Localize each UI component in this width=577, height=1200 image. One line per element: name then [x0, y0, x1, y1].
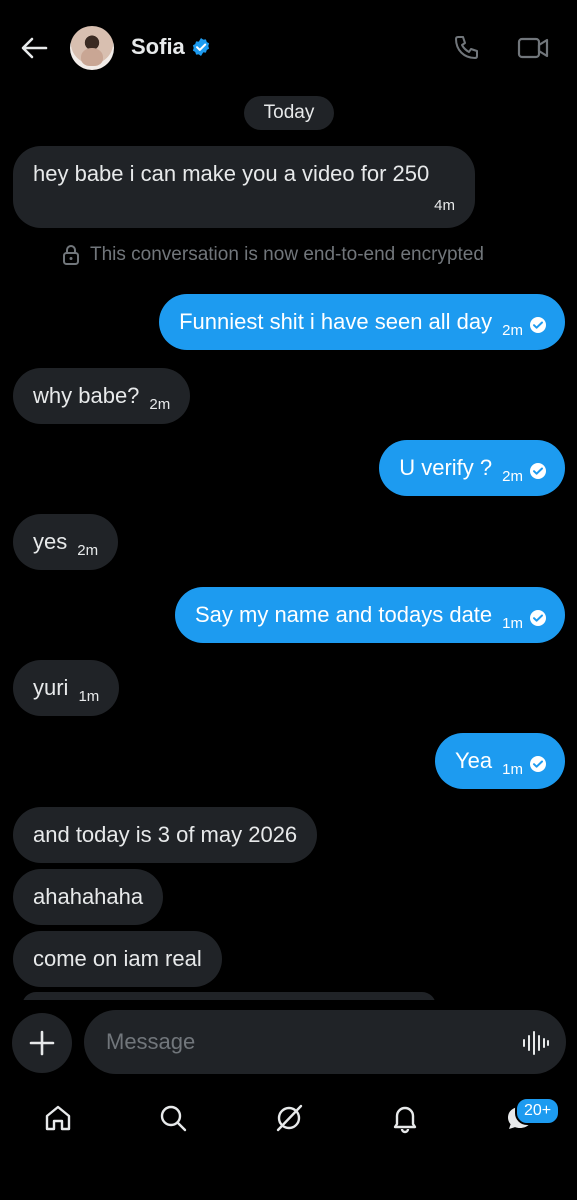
read-check-icon: [530, 317, 546, 334]
conversation-header: Sofia: [0, 0, 577, 96]
voice-message-icon[interactable]: [520, 1028, 550, 1058]
message-sent[interactable]: U verify ? 2m: [379, 440, 565, 496]
message-time: 2m: [502, 468, 523, 485]
message-sent[interactable]: Say my name and todays date 1m: [174, 587, 565, 643]
message-text: ahahahaha: [33, 884, 144, 909]
video-call-icon[interactable]: [517, 35, 549, 61]
message-time: 1m: [78, 688, 100, 705]
message-received[interactable]: ahahahaha: [13, 869, 164, 925]
contact-name-row[interactable]: Sofia: [131, 34, 211, 60]
encryption-notice-text: This conversation is now end-to-end encr…: [90, 244, 484, 265]
back-arrow-icon[interactable]: [18, 32, 50, 64]
encryption-notice: This conversation is now end-to-end encr…: [62, 244, 484, 266]
read-check-icon: [530, 610, 546, 627]
message-sent[interactable]: Yea 1m: [435, 733, 565, 789]
message-received[interactable]: yuri 1m: [13, 660, 120, 716]
phone-icon[interactable]: [452, 34, 480, 62]
message-text: come on iam real: [33, 946, 202, 971]
message-text: U verify ?: [399, 455, 493, 480]
messages-unread-badge: 20+: [515, 1097, 561, 1125]
date-separator: Today: [244, 96, 334, 130]
message-received[interactable]: and today is 3 of may 2026: [13, 807, 318, 863]
message-text: Funniest shit i have seen all day: [179, 309, 493, 334]
message-received[interactable]: hey babe i can make you a video for 250 …: [13, 146, 475, 228]
message-received[interactable]: why babe? 2m: [13, 368, 191, 424]
message-text: and today is 3 of may 2026: [33, 822, 298, 847]
avatar[interactable]: [70, 26, 114, 70]
notifications-icon[interactable]: [389, 1102, 421, 1134]
message-time: 4m: [434, 197, 455, 214]
message-time: 2m: [77, 542, 99, 559]
contact-name: Sofia: [131, 34, 185, 59]
read-check-icon: [530, 756, 546, 773]
message-received[interactable]: come on iam real: [13, 931, 222, 987]
message-time: 1m: [502, 615, 523, 632]
message-time: 2m: [502, 322, 523, 339]
add-attachment-button[interactable]: [12, 1013, 72, 1073]
message-time: 2m: [149, 396, 171, 413]
message-input[interactable]: [84, 1010, 566, 1074]
message-text: hey babe i can make you a video for 250: [33, 161, 430, 186]
message-text: Yea: [455, 748, 493, 773]
read-check-icon: [530, 463, 546, 480]
message-time: 1m: [502, 761, 523, 778]
home-icon[interactable]: [42, 1102, 74, 1134]
message-text: yes: [33, 529, 68, 554]
message-received[interactable]: yes 2m: [13, 514, 119, 570]
message-text: Say my name and todays date: [194, 602, 493, 627]
lock-icon: [63, 245, 79, 265]
message-sent[interactable]: Funniest shit i have seen all day 2m: [159, 294, 565, 350]
plus-icon: [29, 1030, 55, 1056]
message-text: why babe?: [33, 383, 140, 408]
grok-icon[interactable]: [273, 1102, 305, 1134]
search-icon[interactable]: [157, 1102, 189, 1134]
message-text: yuri: [33, 675, 69, 700]
verified-badge-icon: [192, 38, 209, 56]
